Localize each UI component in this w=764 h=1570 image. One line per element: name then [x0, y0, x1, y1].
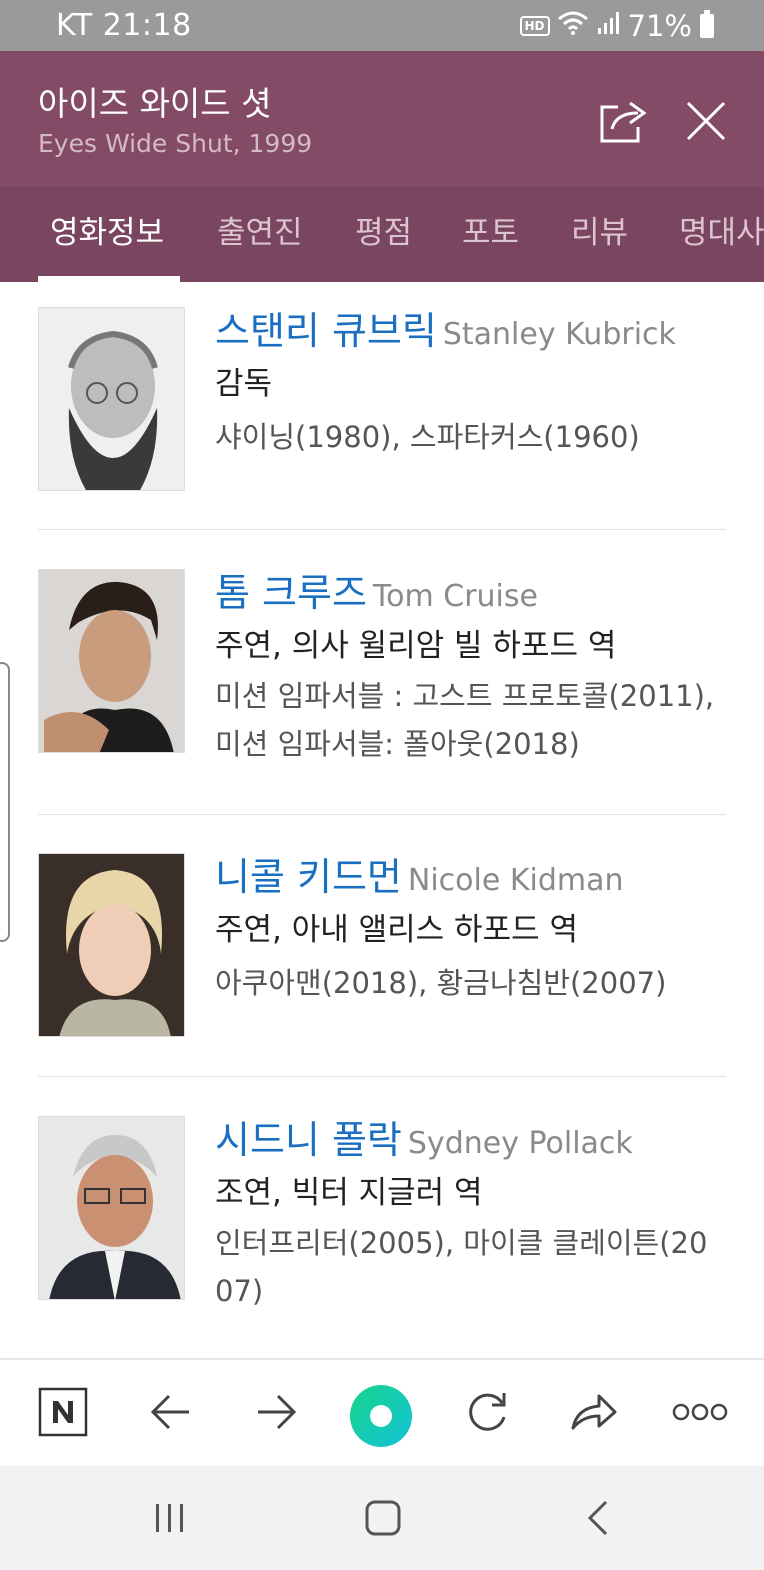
green-dot-icon [350, 1385, 412, 1447]
avatar[interactable] [38, 569, 185, 753]
carrier-time: KT 21:18 [56, 8, 192, 43]
cast-name-en: Nicole Kidman [407, 863, 624, 898]
tab-bar: 영화정보 출연진 평점 포토 리뷰 명대사 [0, 187, 764, 282]
divider [38, 1076, 726, 1077]
cast-name-ko[interactable]: 니콜 키드먼 [215, 855, 402, 899]
cast-role: 주연, 의사 윌리암 빌 하포드 역 [215, 628, 617, 664]
cast-name-ko[interactable]: 스탠리 큐브릭 [215, 309, 437, 353]
cast-works: 아쿠아맨(2018), 황금나침반(2007) [215, 966, 667, 1000]
wifi-icon [556, 9, 590, 43]
share-icon [571, 1394, 617, 1430]
cast-name[interactable]: 니콜 키드먼 Nicole Kidman [215, 846, 624, 901]
refresh-icon [469, 1393, 506, 1431]
refresh-button[interactable] [455, 1380, 519, 1444]
divider [38, 814, 726, 815]
system-nav-bar [0, 1466, 764, 1570]
share-button[interactable] [594, 91, 654, 151]
recent-apps-button[interactable] [140, 1492, 200, 1544]
more-icon [672, 1403, 728, 1421]
cast-works: 미션 임파서블 : 고스트 프로토콜(2011), 미션 임파서블: 폴아웃(2… [215, 679, 715, 761]
system-back-button[interactable] [568, 1492, 628, 1544]
battery-percent: 71% [627, 9, 692, 43]
naver-home-button[interactable] [31, 1380, 95, 1444]
cast-name[interactable]: 시드니 폴락 Sydney Pollack [215, 1109, 633, 1164]
close-icon [686, 101, 726, 141]
battery-icon [700, 10, 714, 38]
browser-toolbar [0, 1358, 764, 1466]
hd-icon: HD [519, 16, 550, 36]
divider [38, 529, 726, 530]
cast-name[interactable]: 톰 크루즈 Tom Cruise [215, 562, 538, 617]
forward-button[interactable] [244, 1380, 308, 1444]
cast-name-en: Sydney Pollack [407, 1126, 633, 1161]
back-arrow-icon [150, 1394, 189, 1430]
avatar[interactable] [38, 1116, 185, 1300]
movie-subtitle: Eyes Wide Shut, 1999 [38, 129, 313, 158]
home-icon [365, 1500, 401, 1536]
cast-works: 샤이닝(1980), 스파타커스(1960) [215, 420, 640, 454]
green-dot-button[interactable] [349, 1384, 413, 1448]
tab-photo[interactable]: 포토 [462, 187, 519, 282]
cast-role: 조연, 빅터 지글러 역 [215, 1175, 483, 1211]
home-button[interactable] [353, 1492, 413, 1544]
tab-quotes[interactable]: 명대사 [679, 187, 764, 282]
cast-role: 주연, 아내 앨리스 하포드 역 [215, 912, 578, 948]
signal-icon [596, 9, 622, 43]
cast-name-ko[interactable]: 톰 크루즈 [215, 571, 367, 615]
cast-name[interactable]: 스탠리 큐브릭 Stanley Kubrick [215, 300, 676, 355]
cast-name-ko[interactable]: 시드니 폴락 [215, 1118, 402, 1162]
status-bar: KT 21:18 HD 71% [0, 0, 764, 51]
avatar[interactable] [38, 307, 185, 491]
active-tab-indicator [38, 276, 180, 282]
tab-cast[interactable]: 출연진 [217, 187, 303, 282]
share-page-button[interactable] [562, 1380, 626, 1444]
share-icon [600, 101, 647, 143]
back-button[interactable] [139, 1380, 203, 1444]
cast-role: 감독 [215, 366, 273, 402]
tab-review[interactable]: 리뷰 [571, 187, 628, 282]
tab-movie-info[interactable]: 영화정보 [50, 187, 164, 282]
movie-header: 아이즈 와이드 셧 Eyes Wide Shut, 1999 [0, 51, 764, 187]
cast-name-en: Tom Cruise [372, 579, 538, 614]
movie-title: 아이즈 와이드 셧 [38, 84, 272, 123]
avatar[interactable] [38, 853, 185, 1037]
recent-apps-icon [156, 1504, 183, 1532]
close-button[interactable] [676, 91, 736, 151]
cast-name-en: Stanley Kubrick [442, 317, 676, 352]
status-icons: HD 71% [519, 9, 714, 43]
cast-works: 인터프리터(2005), 마이클 클레이튼(2007) [215, 1226, 708, 1308]
chevron-left-icon [587, 1500, 608, 1536]
naver-n-icon [38, 1387, 88, 1437]
more-button[interactable] [668, 1380, 732, 1444]
forward-arrow-icon [258, 1394, 297, 1430]
tab-rating[interactable]: 평점 [355, 187, 412, 282]
edge-panel-handle[interactable] [0, 662, 10, 942]
